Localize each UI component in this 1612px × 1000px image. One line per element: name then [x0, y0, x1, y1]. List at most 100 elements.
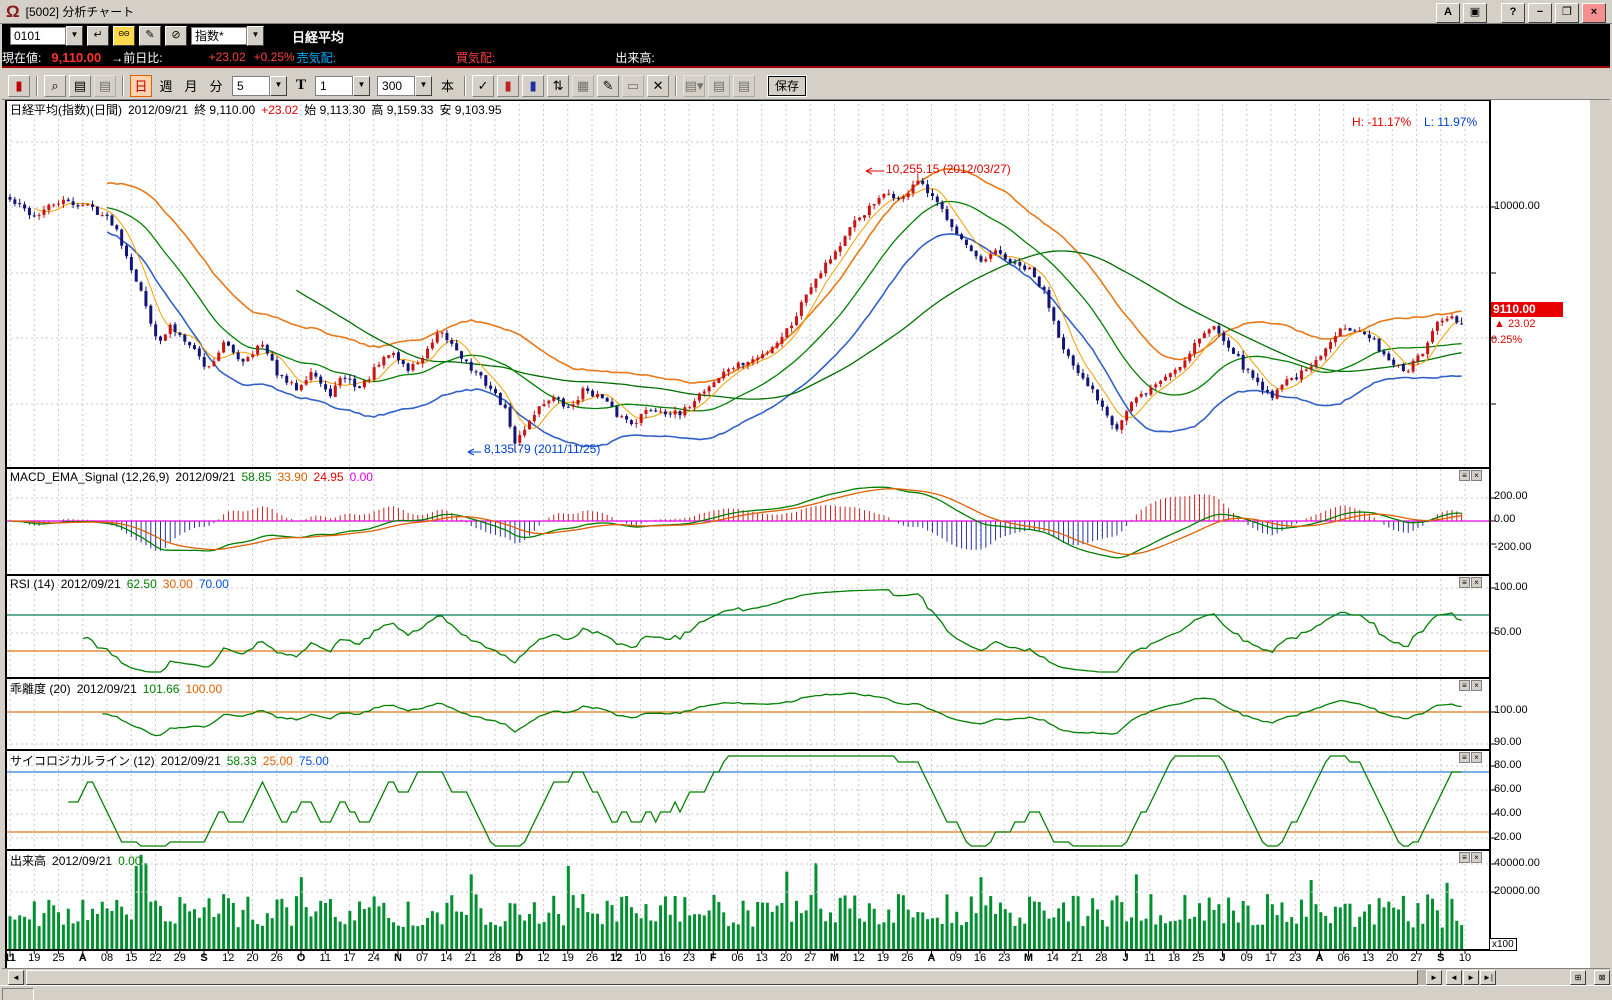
- panel-settings-icon[interactable]: ≡: [1459, 852, 1470, 863]
- chevron-down-icon[interactable]: ▼: [353, 76, 370, 96]
- ask-label: 売気配:: [297, 49, 336, 66]
- x-axis-label: 18: [1161, 952, 1187, 964]
- crosshair-tool-icon[interactable]: ✓: [472, 75, 494, 97]
- binoculars-search-button[interactable]: ΘΘ: [113, 26, 135, 46]
- panel-close-icon[interactable]: ×: [1471, 680, 1482, 691]
- header-value: 62.50: [127, 577, 157, 591]
- close-panel-icon[interactable]: ⊠: [1594, 970, 1610, 985]
- psychological-panel-header: サイコロジカルライン (12)2012/09/2158.3325.0075.00: [10, 752, 341, 769]
- header-value: 0.00: [118, 854, 141, 868]
- bar-count-dropdown[interactable]: 300 ▼: [377, 76, 432, 96]
- x-axis-label: 24: [361, 952, 387, 964]
- interval-value[interactable]: 5: [232, 76, 270, 96]
- panel-settings-icon[interactable]: ≡: [1459, 680, 1470, 691]
- histogram-blue-icon[interactable]: ▮: [522, 75, 544, 97]
- x-axis-label: 20: [240, 952, 266, 964]
- delete-drawing-icon[interactable]: ✕: [647, 75, 669, 97]
- volume-multiplier-label: x100: [1489, 938, 1517, 951]
- jump-to-end-icon[interactable]: ►|: [1480, 970, 1496, 985]
- period-monthly-button[interactable]: 月: [180, 75, 202, 97]
- x-axis-label: 09: [943, 952, 969, 964]
- layout-page2-icon[interactable]: ▤: [733, 75, 755, 97]
- price-chart-canvas[interactable]: [0, 100, 1612, 968]
- save-button[interactable]: 保存: [768, 76, 806, 96]
- enter-button[interactable]: ↵: [87, 26, 109, 46]
- index-type-dropdown[interactable]: 指数* ▼: [191, 27, 264, 45]
- peak-annotation: 10,255.15 (2012/03/27): [886, 162, 1011, 176]
- panel-close-icon[interactable]: ×: [1471, 470, 1482, 481]
- chevron-down-icon[interactable]: ▼: [247, 26, 264, 46]
- x-axis-label: 08: [94, 952, 120, 964]
- window-title: [5002] 分析チャート: [26, 3, 135, 20]
- copy-page-icon[interactable]: ▤: [94, 75, 116, 97]
- x-axis-label: 13: [749, 952, 775, 964]
- cancel-page-button[interactable]: ⊘: [165, 26, 187, 46]
- edit-page-button[interactable]: ✎: [139, 26, 161, 46]
- psychological-title: サイコロジカルライン (12): [10, 754, 155, 768]
- header-value: 日経平均(指数)(日間): [10, 103, 122, 117]
- bar-count-value[interactable]: 300: [377, 76, 415, 96]
- minimize-button[interactable]: −: [1528, 3, 1552, 23]
- symbol-code-combo[interactable]: 0101 ▼: [10, 27, 83, 45]
- chevron-down-icon[interactable]: ▼: [66, 26, 83, 46]
- current-price-label: 現在値:: [2, 49, 41, 66]
- scroll-left-icon[interactable]: ◄: [8, 970, 24, 985]
- period-daily-button[interactable]: 日: [130, 75, 152, 97]
- horizontal-scrollbar[interactable]: ◄ ► ◄ ► ►| ⊞ ⊠: [2, 968, 1610, 986]
- layout-page-icon[interactable]: ▤: [708, 75, 730, 97]
- header-value: 25.00: [263, 754, 293, 768]
- period-weekly-button[interactable]: 週: [155, 75, 177, 97]
- step-forward-icon[interactable]: ►: [1463, 970, 1479, 985]
- draw-pencil-icon[interactable]: ✎: [597, 75, 619, 97]
- layout-menu-icon[interactable]: ▤▾: [683, 75, 705, 97]
- unit-dropdown[interactable]: 1 ▼: [315, 76, 370, 96]
- badge-change-label: ▲ 23.02: [1494, 318, 1535, 330]
- new-page-icon[interactable]: ▤: [69, 75, 91, 97]
- panel-close-icon[interactable]: ×: [1471, 752, 1482, 763]
- x-axis-label: 22: [143, 952, 169, 964]
- symbol-code-input[interactable]: 0101: [10, 27, 66, 45]
- scrollbar-thumb[interactable]: [26, 970, 1418, 985]
- x-axis-label: J: [1113, 952, 1139, 964]
- restore-button[interactable]: ❐: [1555, 3, 1579, 23]
- header-value: 75.00: [299, 754, 329, 768]
- sort-arrows-icon[interactable]: ⇅: [547, 75, 569, 97]
- zoom-icon[interactable]: ⌕: [44, 75, 66, 97]
- x-axis-label: 12: [603, 952, 629, 964]
- panel-settings-icon[interactable]: ≡: [1459, 577, 1470, 588]
- unit-value[interactable]: 1: [315, 76, 353, 96]
- indicator-axis-label: -200.00: [1494, 541, 1531, 553]
- panel-close-icon[interactable]: ×: [1471, 852, 1482, 863]
- indicator-axis-label: 200.00: [1494, 490, 1528, 502]
- panel-close-icon[interactable]: ×: [1471, 577, 1482, 588]
- price-axis-label: 10000.00: [1494, 200, 1540, 212]
- candlestick-chart-icon[interactable]: ▮: [8, 75, 30, 97]
- psychological-date: 2012/09/21: [161, 754, 221, 768]
- close-button[interactable]: ×: [1582, 3, 1606, 23]
- x-axis-label: O: [288, 952, 314, 964]
- period-minute-button[interactable]: 分: [205, 75, 227, 97]
- step-back-icon[interactable]: ◄: [1446, 970, 1462, 985]
- header-value: 高 9,159.33: [371, 103, 433, 117]
- chevron-down-icon[interactable]: ▼: [415, 76, 432, 96]
- eraser-icon[interactable]: ▭: [622, 75, 644, 97]
- index-type-value[interactable]: 指数*: [191, 27, 247, 45]
- price-bar: 現在値: 9,110.00 →前日比: +23.02 +0.25% 売気配: 買…: [2, 48, 1610, 68]
- copy-icon[interactable]: ▣: [1463, 3, 1487, 23]
- histogram-red-blue-icon[interactable]: ▮: [497, 75, 519, 97]
- panel-settings-icon[interactable]: ≡: [1459, 752, 1470, 763]
- scroll-right-icon[interactable]: ►: [1426, 970, 1442, 985]
- interval-dropdown[interactable]: 5 ▼: [232, 76, 287, 96]
- header-value: 2012/09/21: [128, 103, 188, 117]
- help-button[interactable]: ?: [1501, 3, 1525, 23]
- grid-settings-icon[interactable]: ▦: [572, 75, 594, 97]
- header-value: 安 9,103.95: [439, 103, 501, 117]
- x-axis-label: 12: [215, 952, 241, 964]
- chevron-down-icon[interactable]: ▼: [270, 76, 287, 96]
- macd-title: MACD_EMA_Signal (12,26,9): [10, 470, 169, 484]
- x-axis-label: S: [1428, 952, 1454, 964]
- panel-settings-icon[interactable]: ≡: [1459, 470, 1470, 481]
- font-button[interactable]: A: [1436, 3, 1460, 23]
- panel-grid-icon[interactable]: ⊞: [1570, 970, 1586, 985]
- x-axis-label: F: [700, 952, 726, 964]
